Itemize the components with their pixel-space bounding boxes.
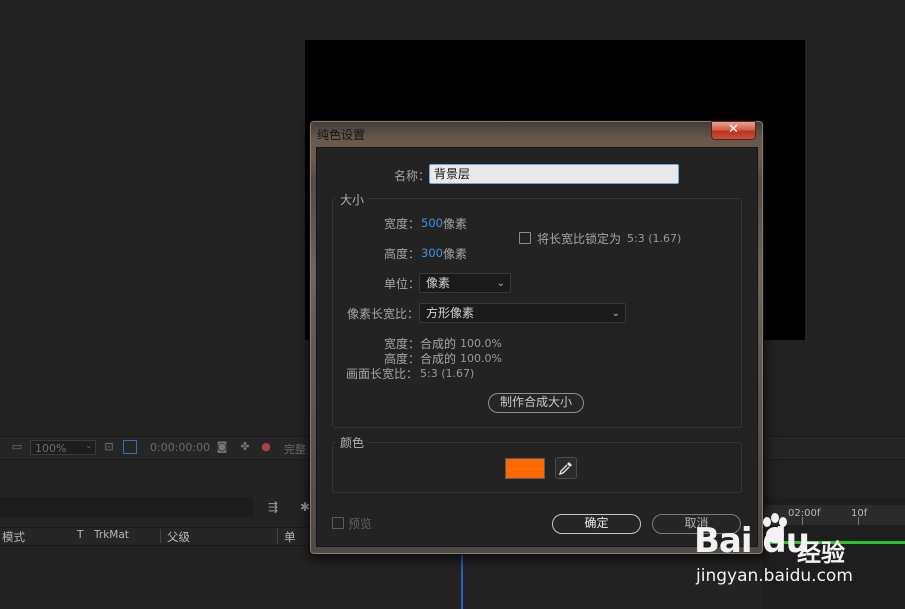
pixel-aspect-label: 像素长宽比： (347, 307, 420, 321)
info-height-value: 合成的 (420, 352, 457, 366)
make-comp-size-button[interactable]: 制作合成大小 (488, 393, 584, 413)
width-value[interactable]: 500 (421, 216, 443, 230)
preview-checkbox[interactable] (332, 517, 344, 529)
ok-button[interactable]: 确定 (552, 514, 641, 534)
ruler-mark: 10f (851, 508, 868, 519)
name-label: 名称： (394, 169, 431, 183)
ruler-tick (858, 517, 859, 525)
column-mode[interactable]: 模式 (2, 529, 25, 545)
column-divider (160, 529, 161, 543)
column-divider (277, 529, 278, 543)
column-trkmat[interactable]: TrkMat (94, 529, 129, 541)
zoom-select[interactable]: 100% ⌄ (30, 440, 96, 455)
info-width-pct: 100.0% (460, 337, 502, 350)
close-icon: ✕ (728, 122, 739, 137)
unit-select[interactable]: 像素 ⌄ (419, 273, 511, 293)
frame-aspect-value: 5:3 (1.67) (420, 367, 475, 380)
column-t[interactable]: T (77, 529, 83, 541)
channel-icon[interactable]: ✤ (238, 440, 252, 454)
panel-divider (461, 546, 463, 609)
frame-aspect-label: 画面长宽比： (346, 367, 419, 381)
eyedropper-button[interactable] (555, 457, 577, 479)
unit-select-value: 像素 (426, 276, 451, 290)
monitor-icon[interactable]: ▭ (10, 440, 24, 454)
zoom-value: 100% (35, 442, 67, 455)
height-value[interactable]: 300 (421, 246, 443, 260)
lock-aspect-checkbox[interactable] (519, 232, 531, 244)
dialog-title: 纯色设置 (317, 128, 366, 142)
preview-label[interactable]: 预览 (348, 515, 372, 532)
color-group-title: 颜色 (336, 434, 369, 451)
name-input[interactable]: 背景层 (429, 164, 679, 184)
size-group-title: 大小 (336, 191, 369, 208)
color-channels-icon[interactable]: ● (259, 440, 273, 454)
eyedropper-icon (558, 462, 572, 476)
height-label: 高度： (384, 247, 421, 261)
chevron-down-icon: ⌄ (85, 441, 93, 451)
lock-aspect-ratio: 5:3 (1.67) (627, 232, 682, 245)
transparency-grid-icon[interactable] (123, 440, 137, 454)
layer-search-field[interactable] (0, 497, 253, 517)
column-switches[interactable]: 单 (284, 529, 296, 545)
watermark-url: jingyan.baidu.com (696, 566, 853, 586)
width-label: 宽度： (384, 217, 421, 231)
pixel-aspect-select[interactable]: 方形像素 ⌄ (419, 303, 626, 323)
height-unit: 像素 (443, 247, 468, 261)
close-button[interactable]: ✕ (711, 121, 756, 140)
chevron-down-icon: ⌄ (496, 278, 505, 289)
region-icon[interactable]: ⊡ (102, 440, 116, 454)
timecode[interactable]: 0:00:00:00 (150, 441, 210, 454)
flowchart-icon[interactable]: ⇶ (268, 500, 278, 514)
lock-aspect-label[interactable]: 将长宽比锁定为 (537, 230, 621, 247)
quality-select[interactable]: 完整 (284, 441, 306, 457)
width-unit: 像素 (443, 217, 468, 231)
info-height-pct: 100.0% (460, 352, 502, 365)
paw-icon (758, 512, 792, 546)
ruler-mark: 02:00f (788, 508, 821, 519)
chevron-down-icon: ⌄ (611, 308, 620, 319)
color-swatch[interactable] (505, 458, 545, 479)
pixel-aspect-value: 方形像素 (426, 306, 475, 320)
unit-label: 单位： (384, 277, 421, 291)
camera-icon[interactable]: ◙ (215, 440, 229, 454)
watermark-sub: 经验 (797, 539, 845, 567)
column-parent[interactable]: 父级 (167, 529, 190, 545)
